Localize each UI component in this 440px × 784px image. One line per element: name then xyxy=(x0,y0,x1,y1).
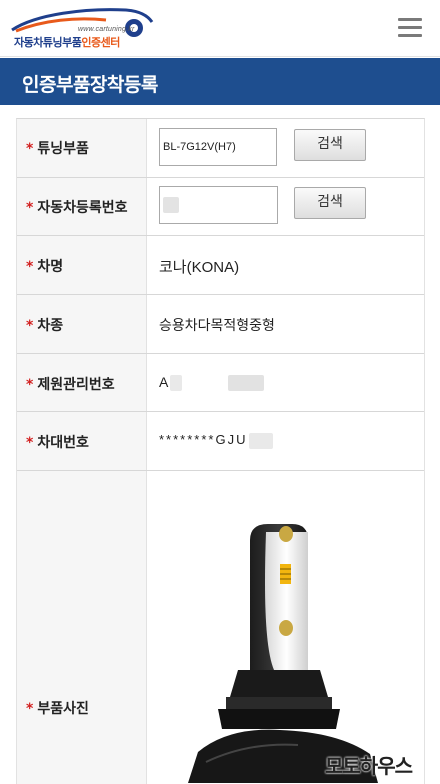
registration-number-input[interactable] xyxy=(159,186,278,224)
car-type-value: 승용차다목적형중형 xyxy=(159,318,275,334)
page-title: 인증부품장착등록 xyxy=(22,74,158,96)
car-name-value: 코나(KONA) xyxy=(159,259,240,276)
form-row-tuning-part: * 튜닝부품 BL-7G12V(H7) 검색 xyxy=(17,119,424,178)
car-type-label: * 차종 xyxy=(26,318,64,334)
led-headlight-bulb-image xyxy=(188,524,378,783)
form-row-registration-number: * 자동차등록번호 검색 xyxy=(17,177,424,236)
form-row-spec-number: * 제원관리번호 A xyxy=(17,353,424,412)
form-row-car-type: * 차종 승용차다목적형중형 xyxy=(17,294,424,354)
spec-number-value: A xyxy=(159,374,265,392)
logo-name-main: 자동차튜닝부품 xyxy=(14,36,82,49)
hamburger-menu-icon[interactable] xyxy=(398,18,422,38)
required-star: * xyxy=(26,435,34,451)
vin-label: * 차대번호 xyxy=(26,435,89,451)
redacted-value xyxy=(170,375,183,392)
logo-url: www.cartuning.kr xyxy=(78,26,135,33)
site-logo[interactable]: www.cartuning.kr 자동차튜닝부품인증센터 xyxy=(6,4,166,52)
required-star: * xyxy=(26,141,34,157)
car-name-label: * 차명 xyxy=(26,259,64,275)
required-star: * xyxy=(26,259,34,275)
required-star: * xyxy=(26,318,34,334)
part-photo-label: * 부품사진 xyxy=(26,701,89,717)
required-star: * xyxy=(26,200,34,216)
required-star: * xyxy=(26,701,34,717)
watermark-text: 모토하우스 xyxy=(325,754,413,778)
form-row-vin: * 차대번호 ********GJU xyxy=(17,411,424,471)
form-row-car-name: * 차명 코나(KONA) xyxy=(17,235,424,295)
tuning-part-search-button[interactable]: 검색 xyxy=(294,129,366,161)
registration-number-label: * 자동차등록번호 xyxy=(26,200,128,216)
page-title-bar: 인증부품장착등록 xyxy=(0,58,440,105)
spec-number-label: * 제원관리번호 xyxy=(26,377,115,393)
tuning-part-input[interactable]: BL-7G12V(H7) xyxy=(159,128,277,166)
tuning-part-label: * 튜닝부품 xyxy=(26,141,89,157)
vin-value: ********GJU xyxy=(159,432,274,449)
redacted-value xyxy=(228,375,265,392)
redacted-value xyxy=(249,432,274,449)
required-star: * xyxy=(26,377,34,393)
registration-number-search-button[interactable]: 검색 xyxy=(294,187,366,219)
site-header: www.cartuning.kr 자동차튜닝부품인증센터 xyxy=(0,0,440,57)
redacted-value xyxy=(163,197,179,214)
logo-name: 자동차튜닝부품인증센터 xyxy=(14,34,120,50)
logo-name-accent: 인증센터 xyxy=(81,36,120,49)
